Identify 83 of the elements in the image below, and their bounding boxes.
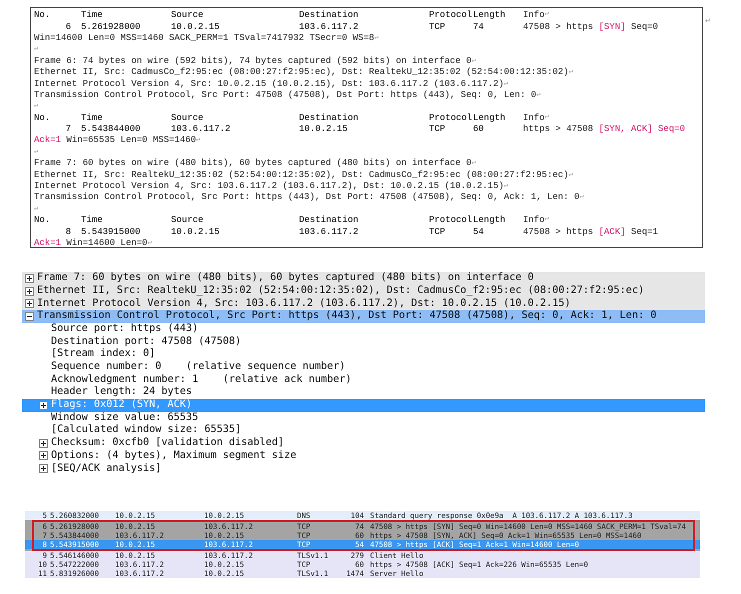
tree-row[interactable]: Internet Protocol Version 4, Src: 103.6.117.2 (103.6.117.2), Dst: 10.0.2.15 (10.0.2.15) [22,297,705,310]
text-run: Transmission Control Protocol, Src Port: https (443), Dst Port: 47508 (47508), Seq: 0, Ack: 1, Len: 0 [34,193,580,202]
column-text: Destination [299,114,360,123]
expand-icon[interactable] [25,299,34,308]
column-text: Destination [299,216,360,226]
expand-icon[interactable] [39,464,48,474]
text-run: Win=65535 Len=0 MSS=1460 [65,136,196,146]
tree-row[interactable]: Source port: https (443) [22,322,705,336]
column-text: 7 [64,125,72,134]
tree-row[interactable]: [SEQ/ACK analysis] [22,462,705,475]
text-run: [SYN, ACK] Seq=0 [598,125,686,134]
column-text: Length [473,114,506,123]
expand-icon[interactable] [25,286,34,296]
tree-row[interactable]: [Calculated window size: 65535] [22,424,705,437]
text-run: Info [523,11,545,20]
tree-row[interactable]: Sequence number: 0 (relative sequence number) [22,360,705,374]
column-text: TCP [429,228,446,237]
column-text: Length [473,216,506,226]
column-text: Source [171,114,204,123]
column-text: 103.6.117.2 [299,22,360,32]
column-text: Protocol [429,114,473,123]
text-run: Win=14600 Len=0 MSS=1460 SACK_PERM=1 TSval=7417932 TSecr=0 WS=8 [34,34,374,43]
text-run: Frame 6: 74 bytes on wire (592 bits), 74 bytes captured (592 bits) on interface 0 [34,56,472,66]
text-run: Internet Protocol Version 4, Src: 103.6.117.2 (103.6.117.2), Dst: 10.0.2.15 (10.0.2.15) [34,182,504,192]
column-text: No. [34,11,52,20]
column-text: Protocol [429,216,473,226]
expand-icon[interactable] [39,438,48,448]
expand-icon[interactable] [39,451,48,460]
column-text: 10.0.2.15 [171,228,221,237]
column-text: Destination [299,11,360,20]
text-run: Ack=1 [34,136,62,146]
tree-row[interactable]: Frame 7: 60 bytes on wire (480 bits), 60 bytes captured (480 bits) on interface 0 [22,272,705,285]
text-run: [ACK] [598,228,626,237]
column-text: 8 [64,228,72,237]
text-run: 47508 > https [523,228,594,237]
expand-icon[interactable] [25,274,34,283]
column-text: 103.6.117.2 [299,228,360,237]
tree-row[interactable]: Destination port: 47508 (47508) [22,335,705,348]
tree-row[interactable]: Transmission Control Protocol, Src Port: https (443), Dst Port: 47508 (47508), Seq: 0, Ack: 1, Len: 0 [22,310,705,323]
expand-icon[interactable] [39,400,48,410]
text-run: Info [523,114,545,123]
column-text: No. [34,216,52,226]
column-text: 6 [64,22,72,32]
column-text: Time [81,216,104,226]
column-text: No. [34,114,52,123]
column-text: Protocol [429,11,473,20]
column-text: 54 [473,228,485,237]
tree-row[interactable]: Header length: 24 bytes [22,386,705,399]
text-run: Ethernet II, Src: RealtekU_12:35:02 (52:54:00:12:35:02), Dst: CadmusCo_f2:95:ec (08:00:27:f2:95:ec) [34,170,569,180]
text-run: Frame 7: 60 bytes on wire (480 bits), 60 bytes captured (480 bits) on interface 0 [34,159,472,168]
column-text: 5.543844000 [81,125,142,134]
tree-row[interactable]: Options: (4 bytes), Maximum segment size [22,450,705,462]
column-text: 10.0.2.15 [171,22,221,32]
column-text: TCP [429,22,446,32]
tree-row[interactable]: Ethernet II, Src: RealtekU_12:35:02 (52:54:00:12:35:02), Dst: CadmusCo_f2:95:ec (08:00:27:f2:95:ec) [22,284,705,298]
column-text: 5.261928000 [81,22,142,32]
column-text: TCP [429,125,446,134]
tree-row[interactable]: [Stream index: 0] [22,348,705,361]
text-run: Win=14600 Len=0 [65,239,148,248]
collapse-icon[interactable] [25,312,34,321]
column-text: Source [171,11,204,20]
tree-row[interactable]: Acknowledgment number: 1 (relative ack number) [22,374,705,386]
column-text: 74 [473,22,485,32]
text-run: Seq=0 [630,22,658,32]
column-text: 103.6.117.2 [171,125,232,134]
column-text: Time [81,114,104,123]
tree-row[interactable]: Checksum: 0xcfb0 [validation disabled] [22,436,705,450]
text-run: Ethernet II, Src: CadmusCo_f2:95:ec (08:00:27:f2:95:ec), Dst: RealtekU_12:35:02 (52:54:00:12:35:02) [34,68,569,78]
text-run: Transmission Control Protocol, Src Port: 47508 (47508), Dst Port: https (443), Seq: 0, Len: 0 [34,90,536,100]
column-text: 5.543915000 [81,228,142,237]
column-text: Time [81,11,104,20]
text-run: [SYN] [598,22,626,32]
column-text: Source [171,216,204,226]
text-run: https > 47508 [523,125,594,134]
tree-row[interactable]: Window size value: 65535 [22,412,705,424]
column-text: Length [473,11,506,20]
text-run: Internet Protocol Version 4, Src: 10.0.2.15 (10.0.2.15), Dst: 103.6.117.2 (103.6.117.2) [34,80,504,89]
text-run: Seq=1 [630,228,658,237]
column-text: 60 [473,125,485,134]
text-run: Ack=1 [34,239,62,248]
text-run: Info [523,216,545,226]
text-run: 47508 > https [523,22,594,32]
column-text: 10.0.2.15 [299,125,349,134]
